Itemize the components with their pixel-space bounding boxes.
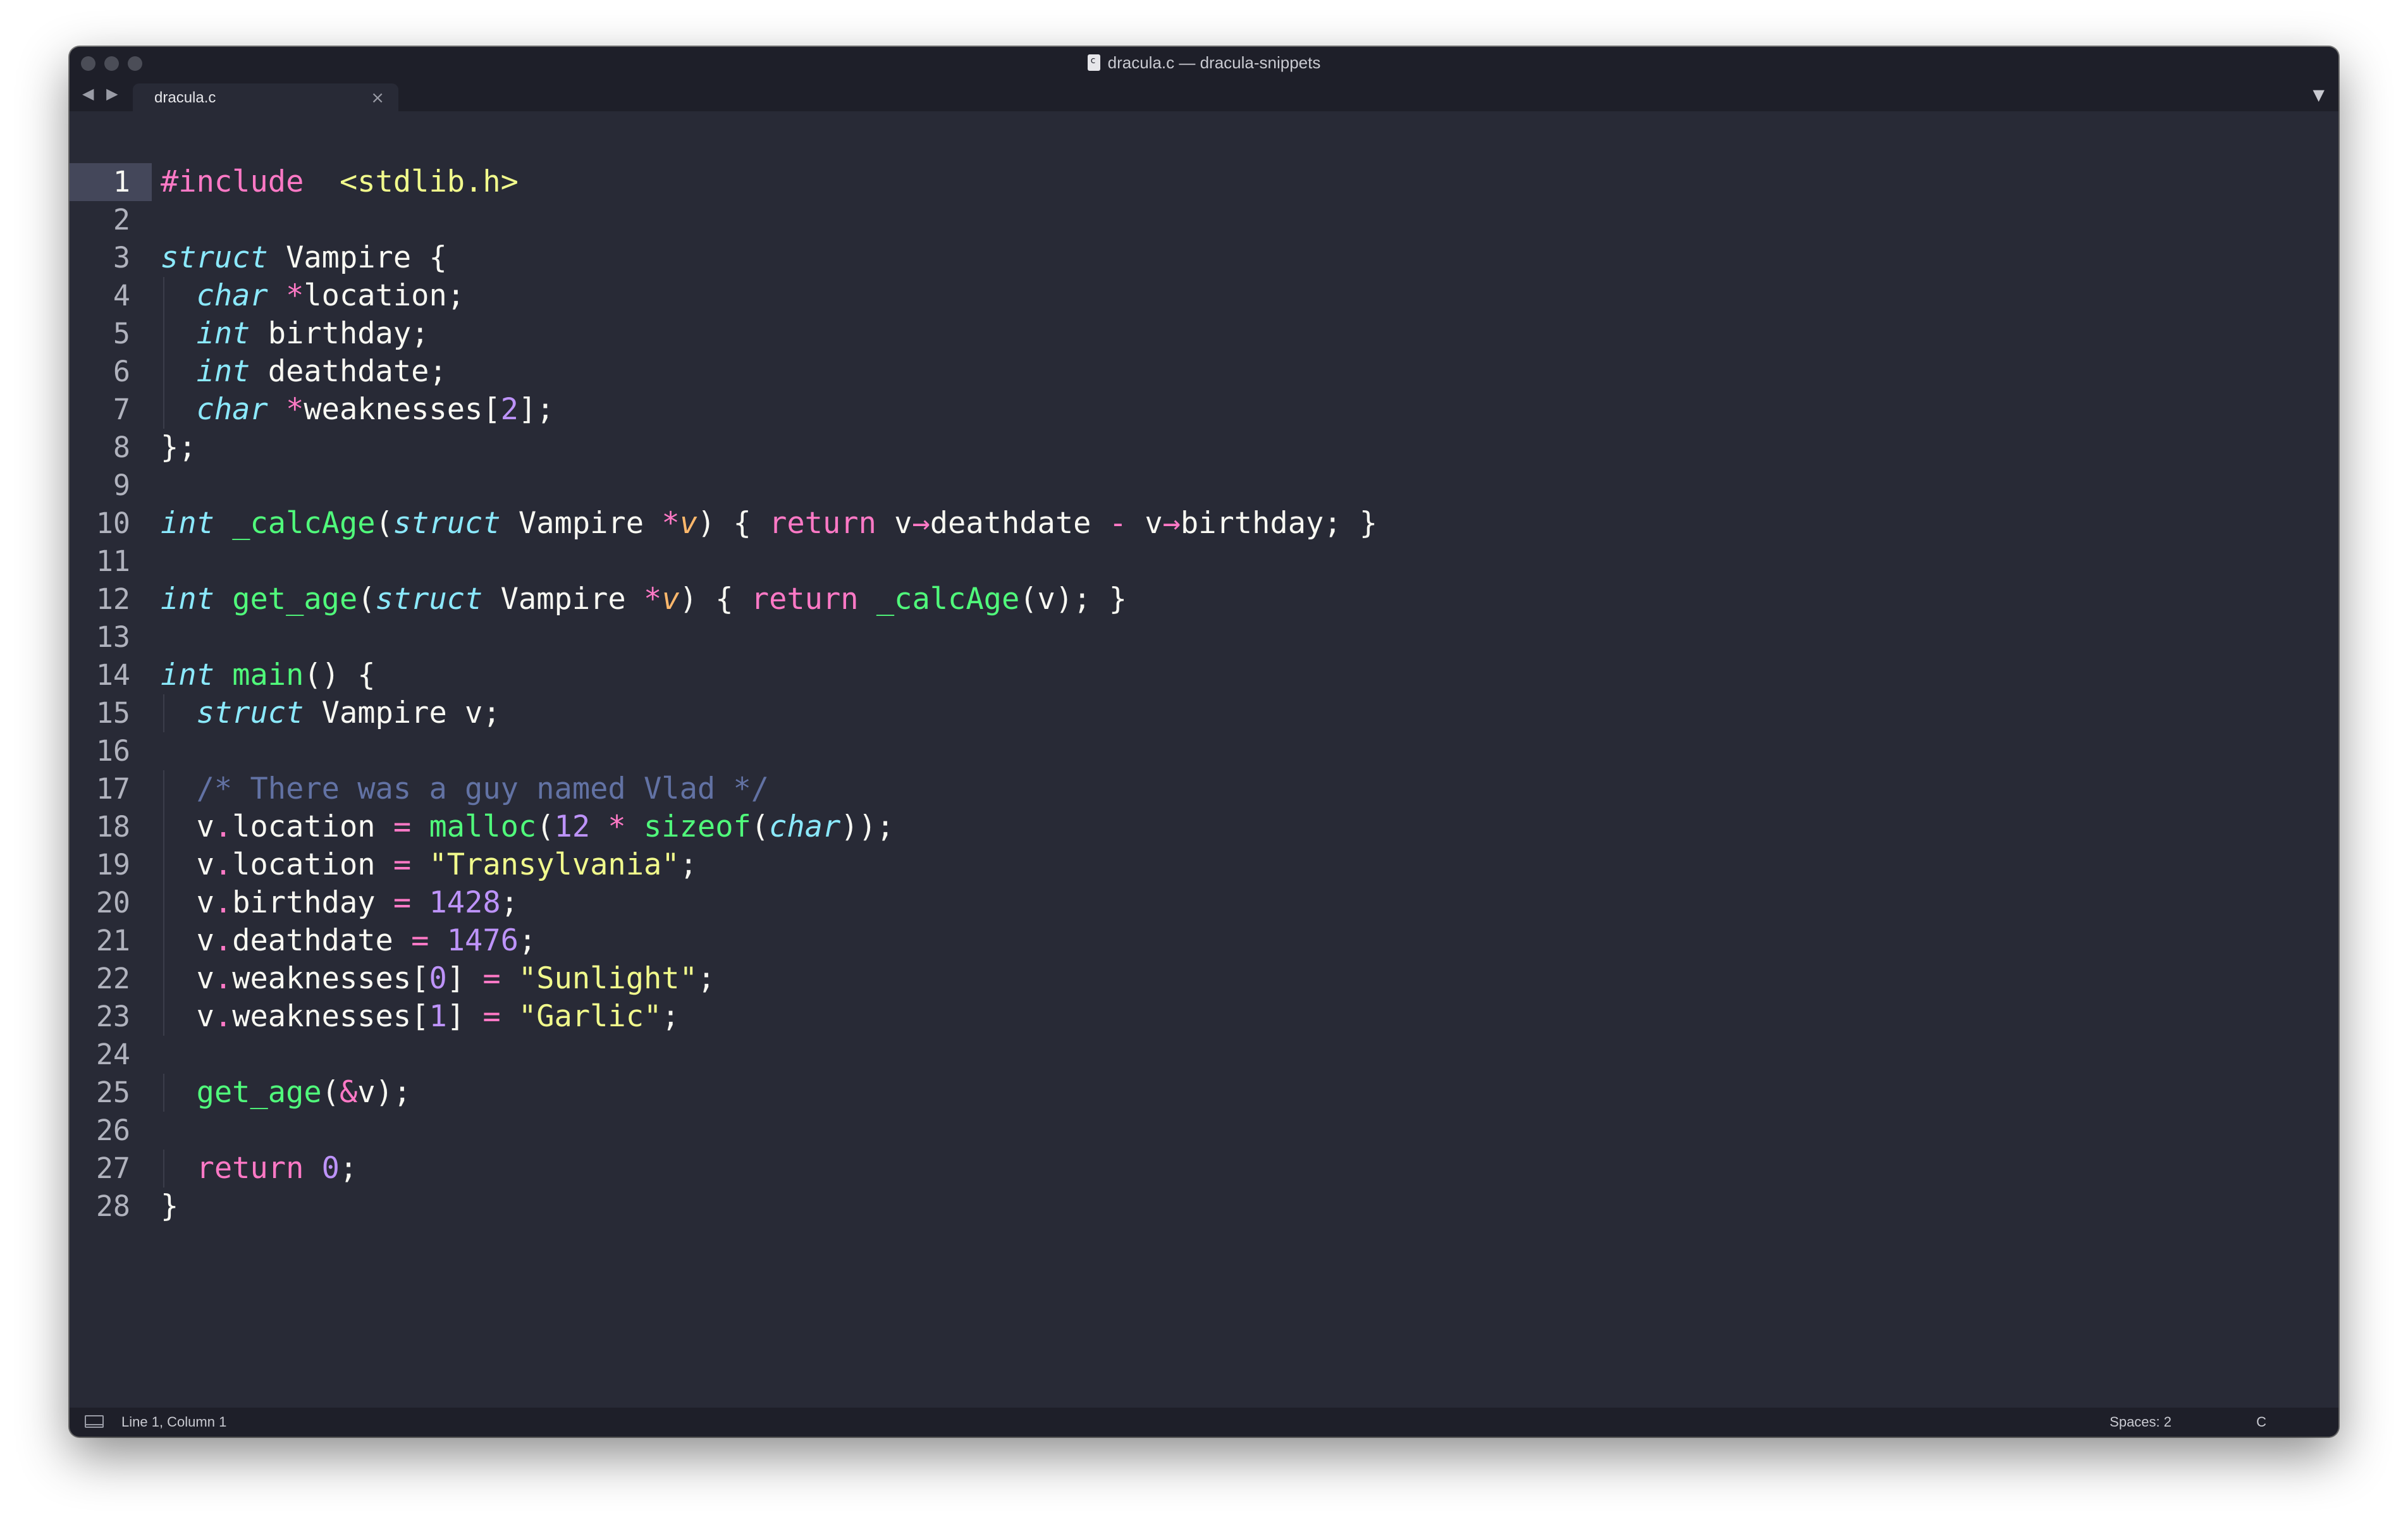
- code-line: struct Vampire {: [161, 240, 447, 275]
- line-number: 17: [95, 772, 130, 806]
- indent-guide: [163, 808, 164, 846]
- indent-guide: [163, 353, 164, 391]
- code-line: char *weaknesses[2];: [161, 391, 1377, 429]
- window-title: dracula.c — dracula-snippets: [70, 47, 2338, 78]
- line-number: 22: [95, 962, 130, 995]
- indent-guide: [163, 315, 164, 353]
- line-number: 28: [95, 1189, 130, 1223]
- line-number: 3: [113, 241, 130, 274]
- code-line: v.weaknesses[0] = "Sunlight";: [161, 960, 1377, 998]
- indent-guide: [163, 1150, 164, 1188]
- code-editor[interactable]: 1 2 3 4 5 6 7 8 9 10 11 12 13 14 15 16 17 18 19 20 21 22 23 24 2…: [70, 111, 2338, 1408]
- tab-dropdown-icon[interactable]: ▼: [2313, 86, 2325, 104]
- cursor-position[interactable]: Line 1, Column 1: [121, 1414, 226, 1430]
- syntax-selector[interactable]: C: [2256, 1414, 2266, 1430]
- code-line: };: [161, 430, 197, 465]
- line-number: 26: [95, 1114, 130, 1147]
- code-line: char *location;: [161, 277, 1377, 315]
- code-line: }: [161, 1189, 179, 1224]
- code-line: v.location = malloc(12 * sizeof(char));: [161, 808, 1377, 846]
- code-line: int main() {: [161, 658, 376, 692]
- line-number: 10: [95, 507, 130, 540]
- status-bar: Line 1, Column 1 Spaces: 2 C: [70, 1408, 2338, 1437]
- line-number: 14: [95, 658, 130, 692]
- code-line: v.deathdate = 1476;: [161, 922, 1377, 960]
- title-bar: dracula.c — dracula-snippets: [70, 47, 2338, 78]
- code-line: v.weaknesses[1] = "Garlic";: [161, 998, 1377, 1036]
- indent-guide: [163, 846, 164, 884]
- tab-bar: ◀ ▶ dracula.c × ▼: [70, 78, 2338, 111]
- code-line: v.location = "Transylvania";: [161, 846, 1377, 884]
- code-line: get_age(&v);: [161, 1074, 1377, 1112]
- indent-guide: [163, 960, 164, 998]
- code-line: int _calcAge(struct Vampire *v) { return…: [161, 506, 1378, 541]
- line-number-gutter: 1 2 3 4 5 6 7 8 9 10 11 12 13 14 15 16 17 18 19 20 21 22 23 24 2…: [70, 163, 152, 1225]
- code-line: #include <stdlib.h>: [161, 164, 519, 199]
- line-number: 21: [95, 924, 130, 957]
- indent-guide: [163, 277, 164, 315]
- line-number: 7: [113, 393, 130, 426]
- code-line: v.birthday = 1428;: [161, 884, 1377, 922]
- line-number: 13: [95, 620, 130, 654]
- line-number: 19: [95, 848, 130, 881]
- line-number: 18: [95, 810, 130, 844]
- code-text-area[interactable]: #include <stdlib.h> struct Vampire { char…: [161, 163, 1377, 1225]
- indent-guide: [163, 1074, 164, 1112]
- line-number: 25: [95, 1076, 130, 1109]
- tab-navigation-arrows-icon[interactable]: ◀ ▶: [82, 85, 122, 102]
- code-line: int deathdate;: [161, 353, 1377, 391]
- line-number: 20: [95, 886, 130, 919]
- code-line: struct Vampire v;: [161, 694, 1377, 732]
- line-number: 27: [95, 1151, 130, 1185]
- code-line: return 0;: [161, 1150, 1377, 1188]
- line-number: 16: [95, 734, 130, 768]
- line-number: 2: [113, 203, 130, 236]
- line-number: 1: [113, 165, 130, 199]
- code-line: int birthday;: [161, 315, 1377, 353]
- line-number: 8: [113, 431, 130, 464]
- line-number: 24: [95, 1038, 130, 1071]
- indent-guide: [163, 884, 164, 922]
- line-number: 6: [113, 355, 130, 388]
- editor-window: dracula.c — dracula-snippets ◀ ▶ dracula…: [70, 47, 2338, 1437]
- indent-guide: [163, 391, 164, 429]
- window-title-text: dracula.c — dracula-snippets: [1107, 52, 1321, 72]
- line-number: 23: [95, 1000, 130, 1033]
- line-number: 11: [95, 544, 130, 578]
- indent-guide: [163, 694, 164, 732]
- tab-label: dracula.c: [154, 89, 216, 106]
- line-number: 9: [113, 469, 130, 502]
- line-number: 15: [95, 696, 130, 730]
- tab-close-icon[interactable]: ×: [371, 89, 384, 107]
- indent-guide: [163, 998, 164, 1036]
- line-number: 12: [95, 582, 130, 616]
- indent-guide: [163, 922, 164, 960]
- tab-dracula-c[interactable]: dracula.c ×: [133, 83, 398, 111]
- code-line: /* There was a guy named Vlad */: [161, 770, 1377, 808]
- panel-toggle-icon[interactable]: [85, 1415, 104, 1428]
- indent-guide: [163, 770, 164, 808]
- line-number: 4: [113, 279, 130, 312]
- code-line: int get_age(struct Vampire *v) { return …: [161, 582, 1127, 617]
- line-number: 5: [113, 317, 130, 350]
- indentation-setting[interactable]: Spaces: 2: [2110, 1414, 2172, 1430]
- c-file-icon: [1087, 54, 1100, 71]
